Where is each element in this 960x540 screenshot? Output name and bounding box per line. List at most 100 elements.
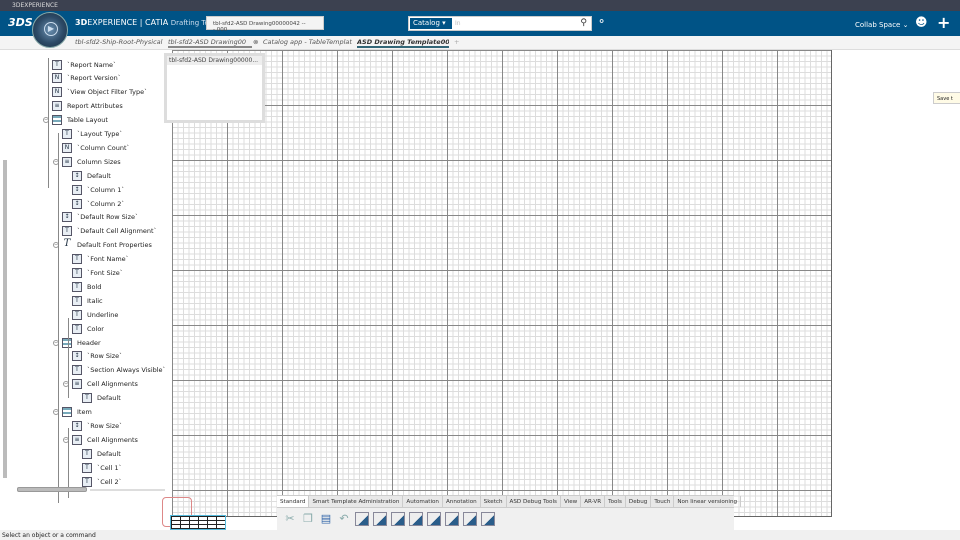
document-tabs: tbl-sfd2-Ship-Root-Physical tbl-sfd2-ASD… [0, 36, 960, 50]
search-icon[interactable]: ⚲ [580, 18, 587, 28]
table-preview-graphic[interactable] [170, 515, 226, 530]
copy-icon[interactable]: ❐ [301, 512, 315, 526]
tree-item[interactable]: − ≡ Cell Alignments [63, 378, 138, 391]
T-node-icon: T [62, 129, 72, 139]
T-node-icon: T [82, 448, 92, 459]
report-command-icon[interactable] [427, 512, 441, 526]
tree-item[interactable]: T `Report Name` [52, 58, 116, 71]
tab-tooltip: tbl-sfd2-ASD Drawing00000042 ---.000 [206, 16, 324, 33]
undo-icon[interactable]: ↶ [337, 512, 351, 526]
tab-thumbnail-preview[interactable]: tbl-sfd2-ASD Drawing00000... [164, 53, 265, 123]
action-bar-tabs: Standard Smart Template Administration Aut… [277, 496, 742, 508]
tree-item-label: Item [77, 408, 92, 416]
tree-item[interactable]: ↕ `Row Size` [72, 419, 122, 432]
save-tooltip: Save t [933, 92, 960, 104]
tree-horizontal-scrollbar[interactable] [17, 487, 87, 492]
tree-item[interactable]: T Italic [72, 294, 103, 307]
action-tab[interactable]: Debug [626, 496, 652, 507]
table-command-icon[interactable] [409, 512, 423, 526]
collab-space-dropdown[interactable]: Collab Space ⌄ [855, 21, 908, 29]
action-tab[interactable]: Touch [651, 496, 675, 507]
action-tab[interactable]: Sketch [481, 496, 507, 507]
tree-item-label: `Default Cell Alignment` [77, 227, 157, 236]
tree-item[interactable]: T `Section Always Visible` [72, 364, 166, 377]
tab-catalog-app[interactable]: Catalog app - TableTemplat [263, 38, 355, 46]
tree-item[interactable]: T `Layout Type` [62, 128, 123, 141]
size-node-icon: ↕ [62, 212, 72, 223]
layout-command-icon[interactable] [463, 512, 477, 526]
action-bar-commands: ✂ ❐ ▤ ↶ [277, 508, 734, 530]
search-bar[interactable]: Catalog ▾ In ⚲ [408, 16, 592, 31]
tree-item[interactable]: T `Font Size` [72, 267, 123, 280]
action-tab[interactable]: Standard [277, 496, 310, 507]
tree-item[interactable]: ≡ Report Attributes [52, 100, 123, 113]
tab-asd-drawing[interactable]: tbl-sfd2-ASD Drawing00 [168, 38, 252, 48]
user-profile-icon[interactable]: ☻ [915, 15, 928, 29]
drawing-canvas[interactable] [172, 50, 832, 517]
tree-item[interactable]: ↕ Default [72, 169, 111, 182]
tree-item[interactable]: − ≡ Cell Alignments [63, 433, 138, 446]
tree-item[interactable]: T `Font Name` [72, 253, 129, 266]
tree-item[interactable]: N `Report Version` [52, 72, 121, 85]
view-command-icon[interactable] [373, 512, 387, 526]
tree-item[interactable]: − Table Layout [43, 114, 108, 127]
tree-item[interactable]: − ≡ Column Sizes [53, 155, 121, 168]
tree-item-label: `Font Name` [87, 255, 129, 264]
tree-item-label: `Section Always Visible` [87, 366, 166, 375]
attribute-command-icon[interactable] [445, 512, 459, 526]
table-node-icon [62, 337, 72, 348]
sheet-command-icon[interactable] [355, 512, 369, 526]
action-tab[interactable]: Non linear versioning [674, 496, 742, 507]
action-tab[interactable]: Smart Template Administration [309, 496, 404, 507]
tree-item[interactable]: T `Cell 2` [82, 475, 122, 488]
template-command-icon[interactable] [481, 512, 495, 526]
tree-item[interactable]: N `Column Count` [62, 141, 130, 154]
action-tab[interactable]: Tools [605, 496, 626, 507]
action-tab[interactable]: AR-VR [581, 496, 606, 507]
tree-item[interactable]: T Default [82, 392, 121, 405]
tree-item-label: `Column Count` [77, 143, 130, 152]
tab-asd-drawing-template[interactable]: ASD Drawing Template000 [357, 38, 449, 48]
T-node-icon: T [72, 323, 82, 334]
frame-command-icon[interactable] [391, 512, 405, 526]
tree-item[interactable]: T Color [72, 322, 104, 335]
T-node-icon: T [72, 309, 82, 320]
tree-vertical-scrollbar[interactable] [3, 160, 7, 478]
tree-item-label: `Default Row Size` [77, 213, 139, 222]
action-tab[interactable]: Automation [403, 496, 443, 507]
compass-icon[interactable]: ▶ [32, 12, 68, 48]
add-tab-button[interactable]: + [454, 38, 459, 46]
tree-item-label: `Report Name` [67, 60, 117, 69]
tree-item[interactable]: ↕ `Default Row Size` [62, 211, 138, 224]
paste-icon[interactable]: ▤ [319, 512, 333, 526]
scrollbar-track [90, 489, 165, 491]
action-tab[interactable]: ASD Debug Tools [507, 496, 561, 507]
cut-icon[interactable]: ✂ [283, 512, 297, 526]
tree-item[interactable]: ↕ `Column 1` [72, 183, 125, 196]
list-node-icon: ≡ [72, 434, 82, 445]
tree-item[interactable]: − Item [53, 406, 92, 419]
search-input[interactable]: In [455, 20, 461, 27]
tree-item[interactable]: N `View Object Filter Type` [52, 86, 147, 99]
tree-item[interactable]: T Bold [72, 280, 101, 293]
search-scope-dropdown[interactable]: Catalog ▾ [410, 18, 452, 29]
tree-item[interactable]: ↕ `Column 2` [72, 197, 125, 210]
app-title: 3DEXPERIENCE | CATIA Drafting Ter [75, 18, 212, 27]
tag-icon[interactable]: ⚬ [597, 15, 606, 28]
tree-item-label: `Layout Type` [77, 130, 123, 138]
tree-item-label: Report Attributes [67, 102, 123, 111]
tree-item[interactable]: T `Default Cell Alignment` [62, 225, 157, 238]
N-node-icon: N [62, 142, 72, 153]
tree-item[interactable]: T Default [82, 447, 121, 460]
action-tab[interactable]: Annotation [443, 496, 481, 507]
action-tab[interactable]: View [561, 496, 582, 507]
3ds-logo[interactable]: 3DS [8, 16, 33, 29]
tree-item[interactable]: T Underline [72, 308, 118, 321]
add-icon[interactable]: + [937, 13, 950, 32]
tab-ship-root[interactable]: tbl-sfd2-Ship-Root-Physical [75, 38, 163, 46]
tree-item[interactable]: − T Default Font Properties [53, 239, 152, 252]
tree-item[interactable]: ↕ `Row Size` [72, 350, 122, 363]
close-tab-icon[interactable]: ⊗ [253, 38, 258, 46]
tree-item[interactable]: T `Cell 1` [82, 461, 122, 474]
table-node-icon [52, 115, 62, 126]
